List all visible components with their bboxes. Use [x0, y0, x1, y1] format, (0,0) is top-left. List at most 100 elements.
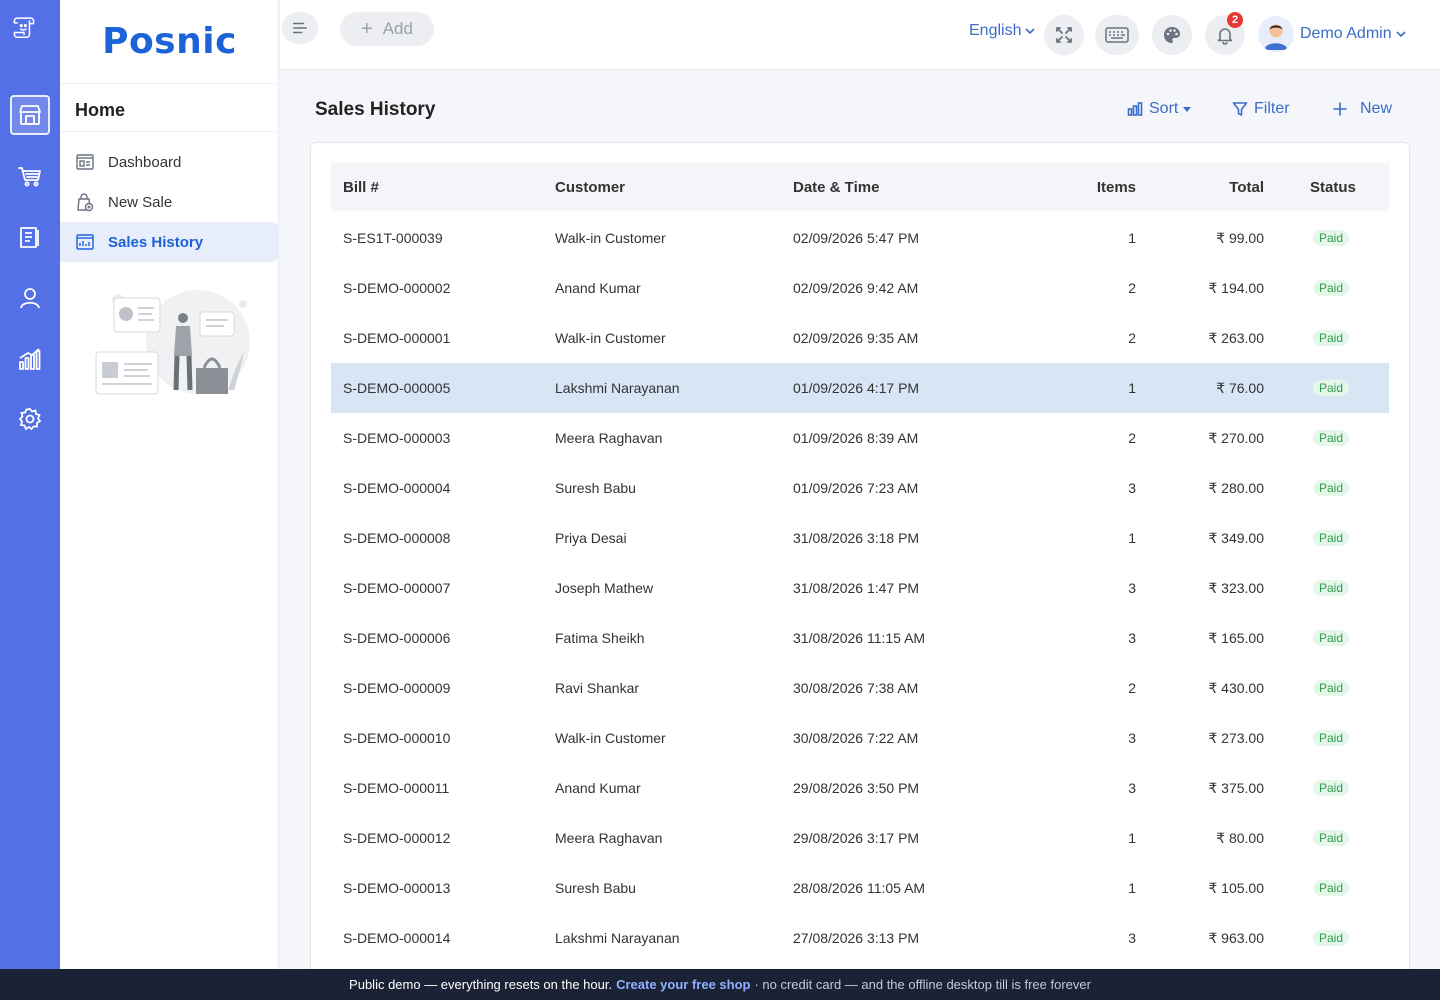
cell-customer: Ravi Shankar [555, 680, 640, 696]
fullscreen-button[interactable] [1044, 15, 1084, 55]
bell-icon [1217, 28, 1233, 45]
fullscreen-icon [1056, 27, 1072, 43]
rail-settings-button[interactable] [10, 399, 50, 439]
theme-button[interactable] [1152, 15, 1192, 55]
status-badge: Paid [1313, 930, 1350, 946]
cell-date: 31/08/2026 1:47 PM [793, 580, 920, 596]
status-badge: Paid [1313, 480, 1350, 496]
table-row[interactable]: S-DEMO-000004 Suresh Babu 01/09/2026 7:23 … [331, 463, 1389, 513]
sort-button[interactable]: Sort [1127, 100, 1197, 118]
column-header-date[interactable]: Date & Time [793, 179, 879, 196]
store-icon [19, 105, 41, 125]
palette-icon [1164, 27, 1180, 43]
cell-date: 31/08/2026 3:18 PM [793, 530, 920, 546]
banner-tail: · no credit card — and the offline deskt… [754, 977, 1091, 992]
table-row[interactable]: S-DEMO-000009 Ravi Shankar 30/08/2026 7:38… [331, 663, 1389, 713]
sidebar-item-label: New Sale [108, 193, 173, 211]
sidebar-item-label: Dashboard [108, 153, 182, 171]
cell-date: 31/08/2026 11:15 AM [793, 630, 926, 646]
table-row[interactable]: S-DEMO-000011 Anand Kumar 29/08/2026 3:50 … [331, 763, 1389, 813]
keyboard-button[interactable] [1095, 15, 1139, 55]
sales-table-card: Bill # Customer Date & Time Items Total … [310, 142, 1410, 982]
column-header-total[interactable]: Total [1229, 179, 1264, 196]
cell-bill: S-DEMO-000004 [343, 480, 451, 496]
cell-date: 02/09/2026 9:42 AM [793, 280, 919, 296]
rail-orders-button[interactable] [10, 217, 50, 257]
column-header-customer[interactable]: Customer [555, 179, 625, 196]
cell-date: 29/08/2026 3:50 PM [793, 780, 920, 796]
column-header-bill[interactable]: Bill # [343, 179, 379, 196]
cell-customer: Meera Raghavan [555, 430, 663, 446]
cell-total: ₹ 963.00 [1208, 930, 1264, 946]
sidebar-item-new-sale[interactable]: New Sale [60, 182, 279, 222]
app-logo-icon[interactable] [11, 14, 49, 52]
table-row[interactable]: S-DEMO-000005 Lakshmi Narayanan 01/09/2026… [331, 363, 1389, 413]
table-row[interactable]: S-DEMO-000008 Priya Desai 31/08/2026 3:18 … [331, 513, 1389, 563]
status-badge: Paid [1313, 530, 1350, 546]
cell-bill: S-DEMO-000014 [343, 930, 451, 946]
table-row[interactable]: S-DEMO-000001 Walk-in Customer 02/09/2026 … [331, 313, 1389, 363]
chart-icon [19, 348, 41, 370]
create-shop-link[interactable]: Create your free shop [616, 977, 750, 992]
language-label: English [969, 22, 1022, 39]
cell-items: 1 [1128, 880, 1136, 896]
cell-total: ₹ 375.00 [1208, 780, 1264, 796]
table-row[interactable]: S-DEMO-000006 Fatima Sheikh 31/08/2026 11:… [331, 613, 1389, 663]
cell-items: 2 [1128, 330, 1136, 346]
user-name: Demo Admin [1300, 25, 1392, 42]
cell-date: 01/09/2026 8:39 AM [793, 430, 919, 446]
cell-items: 1 [1128, 230, 1136, 246]
rail-reports-button[interactable] [10, 339, 50, 379]
cell-total: ₹ 280.00 [1208, 480, 1264, 496]
cell-total: ₹ 165.00 [1208, 630, 1264, 646]
column-header-status[interactable]: Status [1310, 179, 1356, 196]
rail-cart-button[interactable] [10, 156, 50, 196]
table-row[interactable]: S-DEMO-000014 Lakshmi Narayanan 27/08/2026… [331, 913, 1389, 963]
clipboard-icon [20, 227, 39, 248]
filter-button[interactable]: Filter [1232, 100, 1290, 118]
notification-badge: 2 [1227, 12, 1243, 28]
cell-items: 2 [1128, 430, 1136, 446]
cell-total: ₹ 105.00 [1208, 880, 1264, 896]
status-badge: Paid [1313, 380, 1350, 396]
cell-items: 2 [1128, 280, 1136, 296]
user-menu[interactable]: Demo Admin [1258, 16, 1406, 52]
sidebar-item-dashboard[interactable]: Dashboard [60, 142, 279, 182]
table-row[interactable]: S-DEMO-000003 Meera Raghavan 01/09/2026 8:… [331, 413, 1389, 463]
rail-store-button[interactable] [10, 95, 50, 135]
notifications-button[interactable]: 2 [1205, 12, 1245, 55]
table-row[interactable]: S-DEMO-000010 Walk-in Customer 30/08/2026 … [331, 713, 1389, 763]
add-button[interactable]: + Add [340, 12, 434, 46]
cell-bill: S-DEMO-000007 [343, 580, 451, 596]
sort-label: Sort [1149, 100, 1179, 117]
cell-total: ₹ 99.00 [1216, 230, 1264, 246]
gear-icon [18, 408, 42, 431]
brand-logo[interactable]: Posnic [60, 0, 279, 84]
side-panel: Posnic Home Dashboard New Sale Sales His… [60, 0, 279, 969]
demo-banner: Public demo — everything resets on the h… [0, 969, 1440, 1000]
sidebar-item-label: Sales History [108, 233, 204, 251]
table-row[interactable]: S-DEMO-000002 Anand Kumar 02/09/2026 9:42 … [331, 263, 1389, 313]
status-badge: Paid [1313, 280, 1350, 296]
status-badge: Paid [1313, 630, 1350, 646]
cell-items: 3 [1128, 630, 1136, 646]
add-button-label: Add [382, 19, 413, 38]
status-badge: Paid [1313, 830, 1350, 846]
menu-icon [292, 22, 308, 34]
rail-customers-button[interactable] [10, 278, 50, 318]
cell-bill: S-DEMO-000006 [343, 630, 451, 646]
new-button[interactable]: New [1332, 100, 1392, 118]
sidebar-item-sales-history[interactable]: Sales History [60, 222, 279, 262]
table-row[interactable]: S-DEMO-000012 Meera Raghavan 29/08/2026 3:… [331, 813, 1389, 863]
cell-bill: S-DEMO-000011 [343, 780, 450, 796]
table-row[interactable]: S-ES1T-000039 Walk-in Customer 02/09/2026 … [331, 213, 1389, 263]
section-title: Home [75, 100, 126, 120]
sales-history-icon [75, 232, 95, 252]
shop-illustration [88, 290, 253, 400]
column-header-items[interactable]: Items [1097, 179, 1136, 196]
language-selector[interactable]: English [969, 22, 1036, 40]
cell-total: ₹ 270.00 [1208, 430, 1264, 446]
table-row[interactable]: S-DEMO-000013 Suresh Babu 28/08/2026 11:05… [331, 863, 1389, 913]
table-row[interactable]: S-DEMO-000007 Joseph Mathew 31/08/2026 1:4… [331, 563, 1389, 613]
menu-toggle-button[interactable] [282, 12, 318, 44]
